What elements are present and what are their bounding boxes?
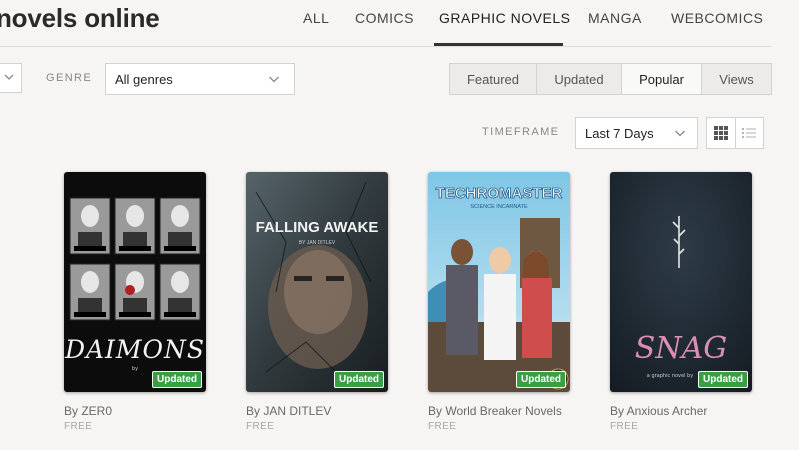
svg-text:BY JAN DITLEV: BY JAN DITLEV	[299, 240, 336, 246]
sort-popular-button[interactable]: Popular	[622, 64, 702, 94]
filter-select-partial[interactable]	[0, 63, 22, 93]
book-cover[interactable]: SNAG a graphic novel by Updated	[610, 172, 752, 392]
genre-label: GENRE	[46, 72, 93, 84]
book-author[interactable]: By World Breaker Novels	[428, 404, 562, 418]
book-price: FREE	[610, 421, 639, 432]
genre-select-value: All genres	[115, 72, 173, 87]
book-price: FREE	[428, 421, 457, 432]
header-divider	[0, 46, 771, 47]
tab-webcomics[interactable]: WEBCOMICS	[671, 10, 763, 26]
techromaster-cover-art: TECHROMASTER SCIENCE INCARNATE	[428, 172, 570, 392]
svg-text:by: by	[132, 366, 138, 372]
updated-badge: Updated	[516, 371, 566, 388]
svg-text:a graphic novel by: a graphic novel by	[647, 373, 693, 379]
sort-updated-button[interactable]: Updated	[537, 64, 622, 94]
book-author[interactable]: By ZER0	[64, 404, 112, 418]
tab-comics[interactable]: COMICS	[355, 10, 414, 26]
tab-all[interactable]: ALL	[303, 10, 329, 26]
svg-text:SNAG: SNAG	[635, 331, 727, 366]
svg-text:DAIMONS: DAIMONS	[64, 335, 205, 364]
tab-manga[interactable]: MANGA	[588, 10, 642, 26]
timeframe-label: TIMEFRAME	[482, 126, 560, 138]
book-author[interactable]: By JAN DITLEV	[246, 404, 331, 418]
view-mode-toggle	[706, 117, 764, 149]
timeframe-select-value: Last 7 Days	[585, 126, 654, 141]
updated-badge: Updated	[152, 371, 202, 388]
chevron-down-icon	[4, 74, 14, 80]
book-author[interactable]: By Anxious Archer	[610, 404, 707, 418]
book-cover[interactable]: TECHROMASTER SCIENCE INCARNATE Updated	[428, 172, 570, 392]
tab-graphic-novels[interactable]: GRAPHIC NOVELS	[439, 10, 570, 26]
genre-select[interactable]: All genres	[105, 63, 295, 95]
grid-icon	[713, 126, 728, 140]
book-price: FREE	[64, 421, 93, 432]
updated-badge: Updated	[334, 371, 384, 388]
sort-button-group: Featured Updated Popular Views	[449, 63, 772, 95]
category-tabs: ALL COMICS GRAPHIC NOVELS MANGA WEBCOMIC…	[0, 0, 799, 46]
daimons-cover-art: DAIMONS by	[64, 172, 206, 392]
snag-cover-art: SNAG a graphic novel by	[610, 172, 752, 392]
chevron-down-icon	[269, 76, 279, 83]
list-view-button[interactable]	[736, 118, 764, 148]
grid-view-button[interactable]	[707, 118, 736, 148]
timeframe-select[interactable]: Last 7 Days	[575, 117, 698, 149]
book-cover[interactable]: DAIMONS by Updated	[64, 172, 206, 392]
book-cover[interactable]: FALLING AWAKE BY JAN DITLEV Updated	[246, 172, 388, 392]
svg-text:SCIENCE INCARNATE: SCIENCE INCARNATE	[470, 204, 528, 210]
chevron-down-icon	[675, 130, 685, 137]
updated-badge: Updated	[698, 371, 748, 388]
svg-text:TECHROMASTER: TECHROMASTER	[436, 185, 563, 202]
sort-views-button[interactable]: Views	[702, 64, 771, 94]
svg-text:FALLING AWAKE: FALLING AWAKE	[256, 219, 379, 236]
falling-awake-cover-art: FALLING AWAKE BY JAN DITLEV	[246, 172, 388, 392]
list-icon	[742, 128, 757, 138]
sort-featured-button[interactable]: Featured	[450, 64, 537, 94]
book-price: FREE	[246, 421, 275, 432]
